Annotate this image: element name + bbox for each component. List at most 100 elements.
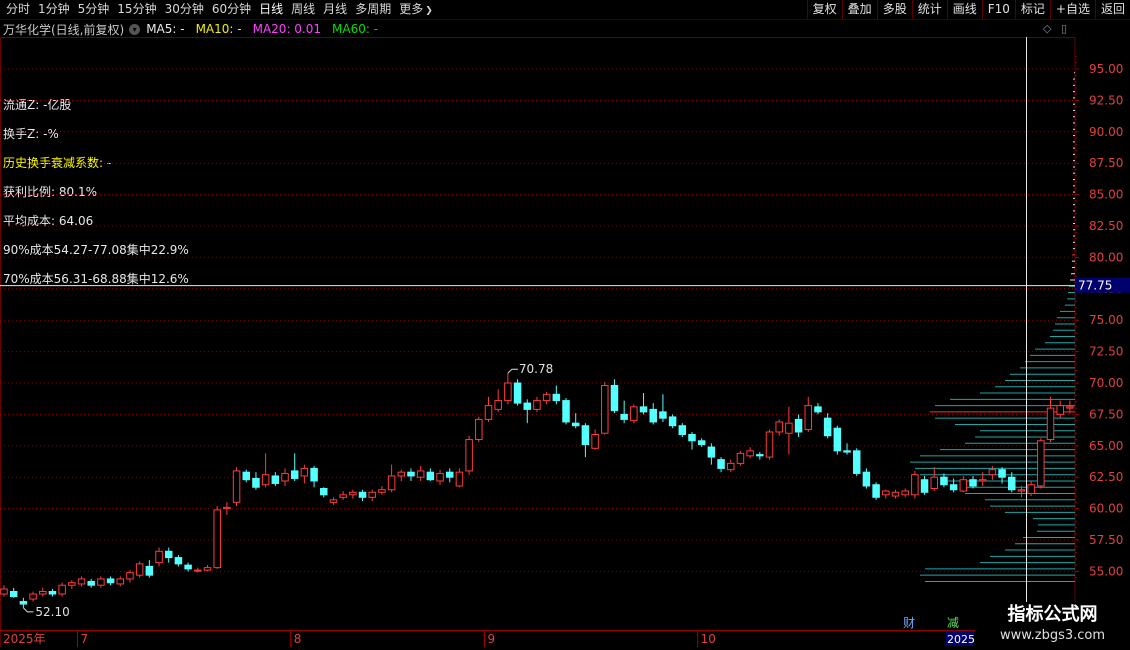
toolbar-button[interactable]: 标记 — [1014, 0, 1050, 19]
period-tab[interactable]: 周线 — [287, 0, 319, 19]
candle-body-up — [630, 406, 638, 422]
event-badge[interactable]: 减 — [947, 614, 959, 631]
candle-body-down — [852, 450, 861, 474]
candle-body-up — [533, 400, 541, 410]
toolbar-button[interactable]: 多股 — [876, 0, 912, 19]
toolbar-button[interactable]: 复权 — [806, 0, 842, 19]
candle-body-down — [513, 382, 522, 404]
candle-body-up — [155, 550, 163, 564]
kline-chart[interactable]: 95.0092.5090.0087.5085.0082.5080.0077.50… — [0, 37, 1130, 650]
toolbar-button[interactable]: 返回 — [1094, 0, 1130, 19]
candle-body-down — [523, 402, 532, 410]
stock-title: 万华化学(日线,前复权) — [3, 22, 125, 37]
candle-body-up — [261, 474, 270, 486]
cursor-price-label: 77.75 — [1078, 279, 1112, 293]
candle-body-down — [707, 446, 716, 458]
candle-body-up — [455, 471, 464, 487]
candle-body-up — [978, 479, 987, 482]
candle-body-up — [911, 474, 919, 496]
price-tick-label: 70.00 — [1089, 376, 1123, 390]
candle-body-up — [58, 584, 66, 595]
candle-body-down — [174, 557, 183, 565]
period-tab[interactable]: 60分钟 — [208, 0, 255, 19]
period-tab[interactable]: 分时 — [2, 0, 34, 19]
candle-body-up — [465, 439, 473, 472]
price-tick-label: 65.00 — [1089, 439, 1123, 453]
candle-body-down — [48, 590, 57, 595]
period-tab[interactable]: 5分钟 — [74, 0, 114, 19]
candle-body-down — [106, 578, 115, 584]
candle-body-up — [1037, 440, 1045, 487]
candle-body-up — [1056, 405, 1064, 415]
candle-body-up — [601, 385, 609, 434]
period-tab[interactable]: 月线 — [319, 0, 351, 19]
date-label: 7 — [81, 632, 89, 646]
candle-body-down — [872, 484, 880, 498]
candle-body-down — [920, 479, 929, 493]
period-tab[interactable]: 1分钟 — [34, 0, 74, 19]
period-tab[interactable]: 更多 ❯ — [395, 0, 437, 19]
period-tab[interactable]: 多周期 — [351, 0, 395, 19]
candle-body-down — [843, 450, 851, 453]
candle-body-down — [426, 471, 435, 481]
candle-body-up — [281, 472, 289, 482]
candle-body-down — [290, 470, 299, 479]
candle-body-up — [746, 450, 754, 457]
toolbar-button[interactable]: +自选 — [1049, 0, 1095, 19]
candle-body-down — [164, 550, 173, 559]
candle-body-down — [358, 491, 367, 498]
window-icon[interactable]: ▯ — [1061, 22, 1067, 35]
price-tick-label: 57.50 — [1089, 533, 1123, 547]
candle-body-down — [668, 416, 677, 427]
candle-body-up — [416, 470, 425, 478]
watermark: 指标公式网 www.zbgs3.com — [975, 602, 1130, 650]
candle-body-down — [659, 411, 667, 419]
candle-body-down — [940, 476, 948, 486]
candle-body-down — [445, 471, 454, 478]
candle-body-down — [19, 601, 28, 605]
watermark-url: www.zbgs3.com — [999, 628, 1106, 643]
toolbar-button[interactable]: 画线 — [946, 0, 982, 19]
candle-body-up — [213, 509, 221, 569]
price-tick-label: 60.00 — [1089, 502, 1123, 516]
candle-body-up — [1017, 489, 1026, 492]
candle-body-down — [697, 440, 706, 446]
price-tick-label: 80.00 — [1089, 250, 1123, 264]
price-tick-label: 82.50 — [1089, 219, 1123, 233]
toolbar-button[interactable]: F10 — [981, 0, 1015, 19]
period-tab[interactable]: 15分钟 — [113, 0, 160, 19]
diamond-icon[interactable]: ◇ — [1043, 22, 1051, 35]
event-badge[interactable]: 财 — [903, 614, 915, 631]
toolbar-button[interactable]: 统计 — [911, 0, 947, 19]
candle-body-up — [484, 405, 493, 420]
price-tick-label: 90.00 — [1089, 125, 1123, 139]
price-tick-label: 72.50 — [1089, 345, 1123, 359]
chevron-down-icon[interactable]: ▾ — [129, 23, 141, 35]
candle-body-down — [145, 565, 154, 576]
candle-body-up — [97, 578, 105, 586]
toolbar-button[interactable]: 叠加 — [841, 0, 877, 19]
candle-body-down — [717, 459, 725, 469]
candle-body-up — [775, 421, 783, 433]
ma-label: MA10: - — [195, 22, 242, 36]
candle-body-up — [368, 491, 376, 498]
candle-body-down — [833, 427, 842, 452]
period-tab[interactable]: 日线 — [255, 0, 287, 19]
candle-body-up — [542, 393, 551, 402]
candle-body-down — [271, 475, 280, 484]
price-tick-label: 55.00 — [1089, 564, 1123, 578]
candle-body-up — [0, 588, 8, 595]
candle-body-up — [930, 476, 938, 490]
candle-body-down — [639, 406, 648, 413]
price-tick-label: 92.50 — [1089, 93, 1123, 107]
candle-body-down — [9, 590, 18, 598]
candle-body-up — [300, 467, 309, 477]
candle-body-up — [504, 382, 512, 402]
candle-body-up — [339, 494, 347, 498]
price-tick-label: 85.00 — [1089, 188, 1123, 202]
candle-body-up — [77, 578, 86, 585]
period-tab[interactable]: 30分钟 — [161, 0, 208, 19]
candle-body-down — [794, 418, 803, 433]
candle-body-up — [882, 490, 890, 496]
candle-body-down — [87, 580, 95, 586]
